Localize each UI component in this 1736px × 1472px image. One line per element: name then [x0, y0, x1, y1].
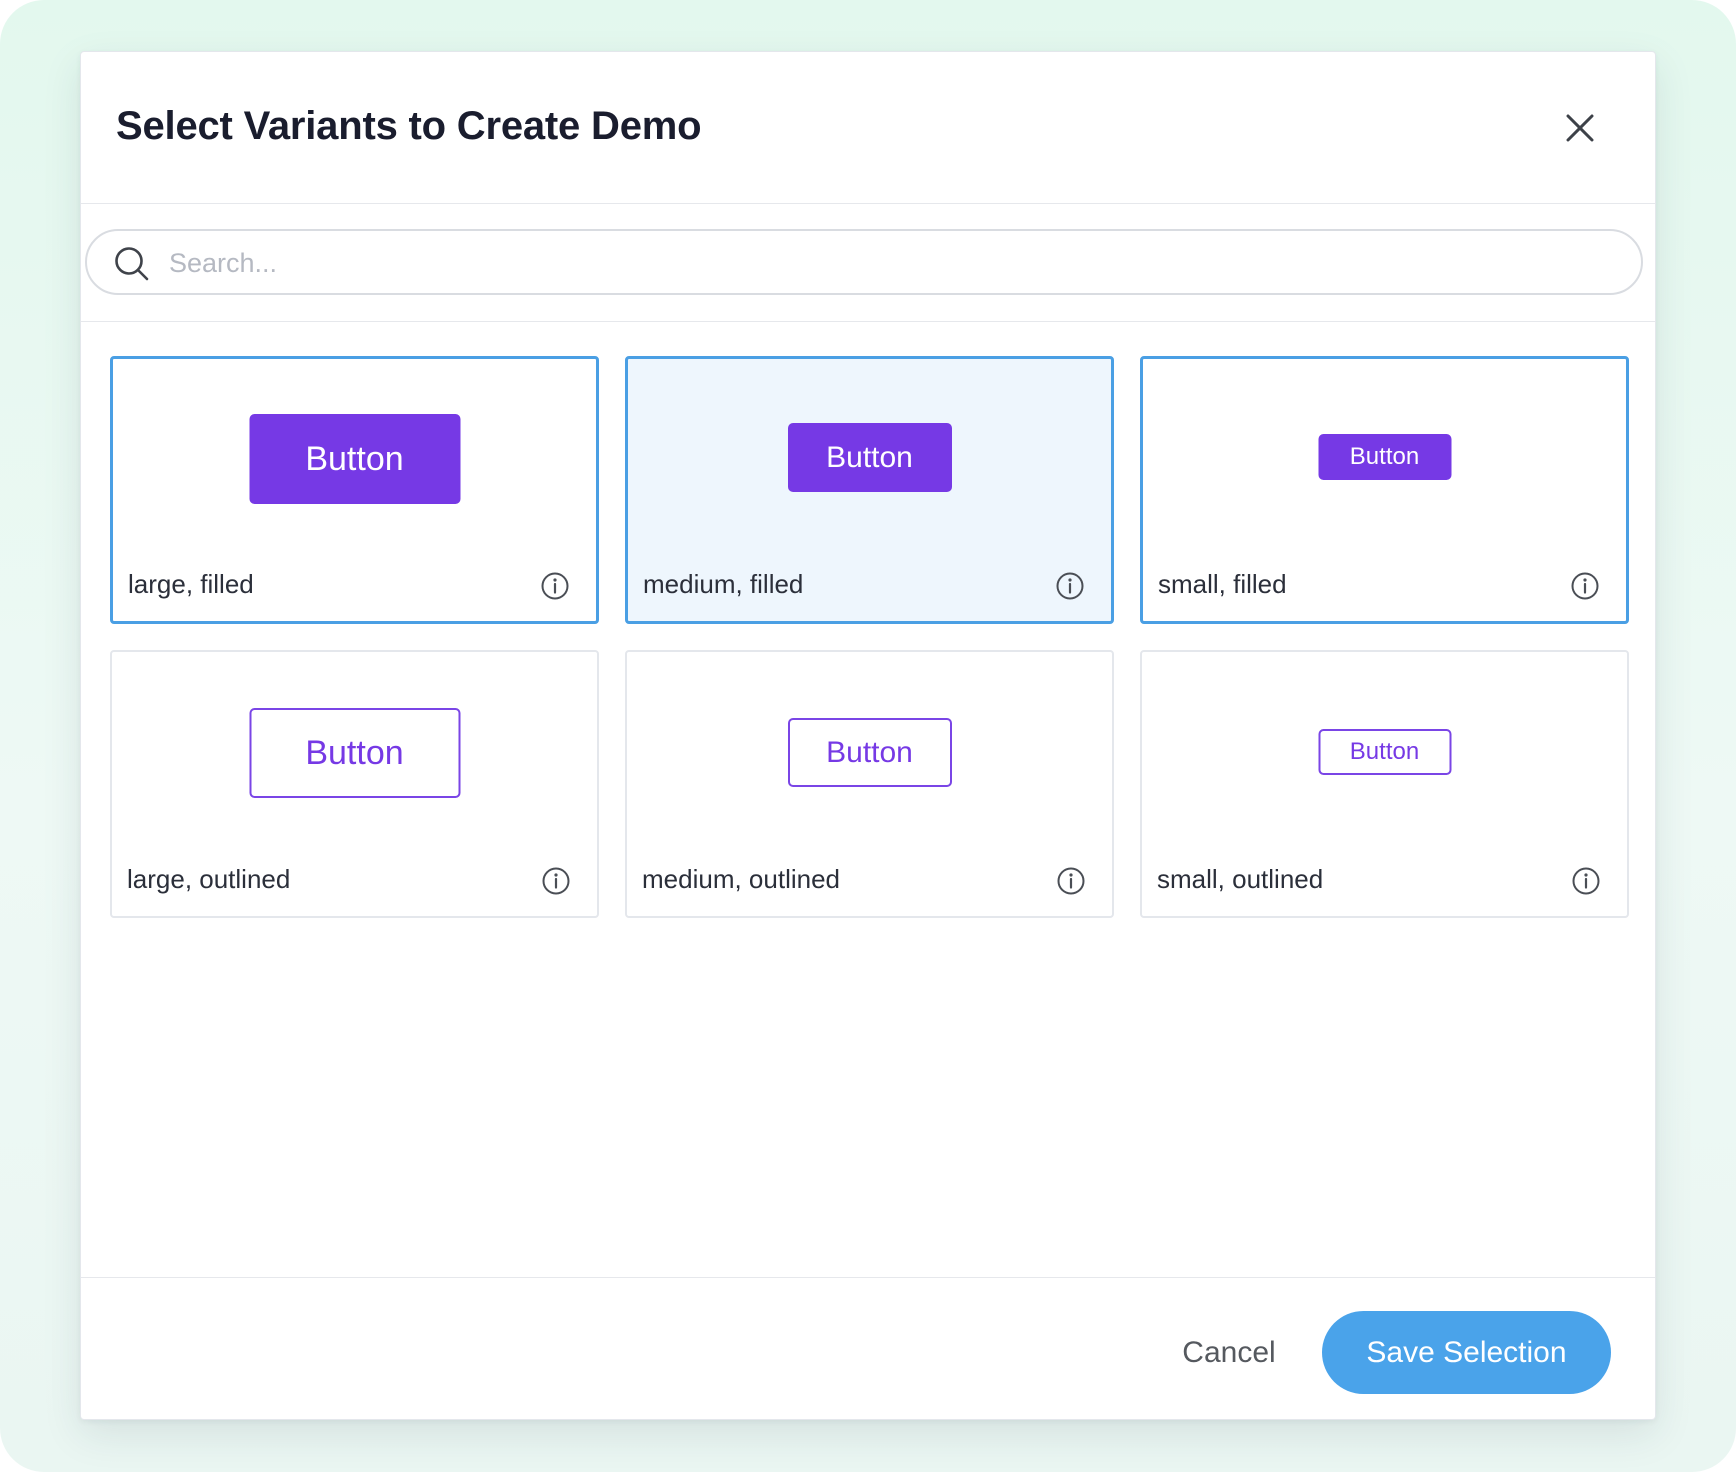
preview-button: Button	[787, 423, 952, 492]
card-preview: Button	[113, 359, 596, 559]
card-preview: Button	[112, 652, 597, 852]
preview-button: Button	[249, 414, 460, 504]
save-selection-button[interactable]: Save Selection	[1322, 1311, 1611, 1394]
variant-label: small, outlined	[1157, 864, 1324, 894]
info-icon[interactable]	[540, 571, 570, 601]
card-preview: Button	[1143, 359, 1626, 559]
search-divider	[81, 321, 1655, 322]
page-backdrop: Select Variants to Create Demo Button la…	[0, 0, 1736, 1472]
preview-button: Button	[249, 708, 460, 798]
dialog-header: Select Variants to Create Demo	[81, 52, 1655, 204]
variant-select-dialog: Select Variants to Create Demo Button la…	[80, 51, 1656, 1420]
info-icon[interactable]	[1056, 866, 1086, 896]
preview-button: Button	[1318, 729, 1451, 775]
info-icon[interactable]	[1570, 571, 1600, 601]
variant-card-medium-outlined[interactable]: Button medium, outlined	[625, 650, 1114, 918]
footer-divider	[81, 1277, 1655, 1278]
search-input[interactable]	[167, 239, 1611, 287]
search-icon	[115, 247, 149, 281]
card-preview: Button	[1142, 652, 1627, 852]
variant-label: large, filled	[128, 569, 254, 599]
variant-card-large-filled[interactable]: Button large, filled	[110, 356, 599, 624]
variant-label: medium, filled	[643, 569, 804, 599]
variant-card-large-outlined[interactable]: Button large, outlined	[110, 650, 599, 918]
cancel-button[interactable]: Cancel	[1149, 1322, 1309, 1384]
variant-label: medium, outlined	[642, 864, 840, 894]
info-icon[interactable]	[1055, 571, 1085, 601]
dialog-title: Select Variants to Create Demo	[116, 104, 702, 148]
info-icon[interactable]	[541, 866, 571, 896]
variant-card-medium-filled[interactable]: Button medium, filled	[625, 356, 1114, 624]
card-preview: Button	[627, 652, 1112, 852]
preview-button: Button	[787, 718, 952, 787]
variant-card-small-outlined[interactable]: Button small, outlined	[1140, 650, 1629, 918]
variant-label: small, filled	[1158, 569, 1287, 599]
variant-label: large, outlined	[127, 864, 291, 894]
info-icon[interactable]	[1571, 866, 1601, 896]
preview-button: Button	[1318, 434, 1451, 480]
card-preview: Button	[628, 359, 1111, 559]
search-box[interactable]	[85, 229, 1643, 295]
close-button[interactable]	[1556, 104, 1604, 152]
close-icon	[1566, 114, 1594, 142]
variant-card-small-filled[interactable]: Button small, filled	[1140, 356, 1629, 624]
